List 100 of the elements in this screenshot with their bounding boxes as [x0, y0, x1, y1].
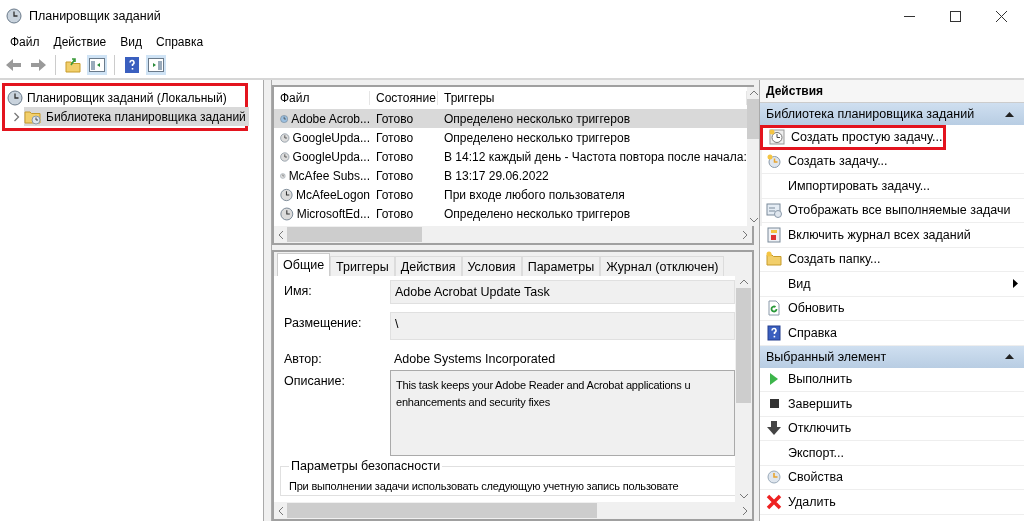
table-cell-text: Определено несколько триггеров: [443, 130, 631, 145]
author-value: Adobe Systems Incorporated: [393, 351, 557, 368]
vertical-scrollbar[interactable]: [746, 87, 762, 226]
task-list-icon: [766, 202, 782, 219]
show-tree-button[interactable]: [87, 55, 107, 75]
table-cell-text: Определено несколько триггеров: [443, 206, 631, 221]
action-item[interactable]: Создать задачу...: [760, 149, 1024, 174]
task-row[interactable]: Adobe Acrob... Готово Определено несколько триггеров: [274, 109, 747, 128]
collapse-icon[interactable]: [1005, 354, 1014, 359]
maximize-icon: [949, 10, 961, 22]
scroll-left-icon[interactable]: [278, 506, 283, 515]
clock-icon: [280, 186, 293, 203]
stop-icon: [769, 399, 779, 409]
scroll-thumb[interactable]: [736, 288, 751, 403]
tab[interactable]: Триггеры: [330, 256, 395, 276]
section-header[interactable]: Библиотека планировщика заданий: [760, 103, 1024, 125]
action-item[interactable]: Выполнить: [760, 367, 1024, 392]
task-row[interactable]: GoogleUpda... Готово Определено несколько триггеров: [274, 128, 747, 147]
action-item[interactable]: Экспорт...: [760, 441, 1024, 466]
table-cell: McAfeeLogon: [295, 187, 370, 202]
log-icon: [766, 226, 782, 243]
tab[interactable]: Журнал (отключен): [600, 256, 725, 276]
location-field[interactable]: \: [390, 312, 735, 340]
action-item[interactable]: Удалить: [760, 490, 1024, 515]
tab[interactable]: Параметры: [521, 256, 601, 276]
task-row[interactable]: MicrosoftEd... Готово Определено несколько триггеров: [274, 204, 747, 223]
name-field[interactable]: Adobe Acrobat Update Task: [390, 280, 735, 304]
chevron-icon[interactable]: [13, 111, 20, 122]
delete-icon: [766, 493, 782, 510]
show-actions-button[interactable]: [146, 55, 166, 75]
table-cell: Adobe Acrob...: [291, 111, 370, 126]
splitter[interactable]: [264, 80, 272, 521]
table-cell-text: В 14:12 каждый день - Частота повтора после начала:: [443, 149, 747, 164]
refresh-icon: [766, 300, 782, 317]
table-cell-text: Готово: [375, 149, 415, 164]
horizontal-scrollbar[interactable]: [274, 226, 752, 243]
table-cell-text: Готово: [375, 206, 415, 221]
clock-icon: [769, 129, 785, 146]
table-cell-text: Готово: [375, 168, 415, 183]
help-button[interactable]: [122, 55, 142, 75]
action-item[interactable]: Создать папку...: [760, 247, 1024, 272]
task-row[interactable]: GoogleUpda... Готово В 14:12 каждый день - Частота повтора после начала:: [274, 147, 747, 166]
close-icon: [995, 10, 1007, 22]
scroll-up-icon[interactable]: [750, 90, 759, 95]
column-header[interactable]: Состояние: [370, 91, 438, 105]
table-cell: MicrosoftEd...: [296, 206, 370, 221]
description-field[interactable]: This task keeps your Adobe Reader and Acrobat applications u enhancements and security fixes: [390, 370, 735, 456]
scroll-thumb[interactable]: [287, 503, 597, 518]
table-cell: GoogleUpda...: [292, 149, 370, 164]
table-cell-text: В 13:17 29.06.2022: [443, 168, 550, 183]
column-header[interactable]: Файл: [274, 91, 370, 105]
field-label: Имя:: [284, 283, 313, 298]
action-item[interactable]: Обновить: [760, 296, 1024, 321]
scroll-right-icon[interactable]: [743, 506, 748, 515]
tree-item[interactable]: Планировщик заданий (Локальный): [27, 90, 227, 105]
table-cell-text: Определено несколько триггеров: [443, 111, 631, 126]
action-item[interactable]: Свойства: [760, 465, 1024, 490]
menu-item[interactable]: Файл: [3, 35, 47, 49]
menu-item[interactable]: Действие: [46, 35, 114, 49]
table-cell-text: При входе любого пользователя: [443, 187, 626, 202]
action-item[interactable]: Вид: [760, 272, 1024, 297]
scroll-down-icon[interactable]: [750, 218, 759, 223]
tab[interactable]: Условия: [461, 256, 522, 276]
table-cell: GoogleUpda...: [292, 130, 370, 145]
security-text: При выполнении задачи использовать следующую учетную запись пользовате: [289, 479, 680, 494]
action-item[interactable]: Справка: [760, 321, 1024, 346]
field-label: Автор:: [284, 351, 323, 366]
window-title: Планировщик заданий: [29, 9, 162, 23]
collapse-icon[interactable]: [1005, 111, 1014, 117]
play-icon: [769, 373, 779, 386]
section-header[interactable]: Выбранный элемент: [760, 345, 1024, 368]
menu-item[interactable]: Справка: [149, 35, 211, 49]
actions-header: Действия: [760, 80, 1024, 103]
horizontal-scrollbar[interactable]: [274, 502, 752, 519]
action-item[interactable]: Включить журнал всех заданий: [760, 223, 1024, 248]
scroll-down-icon[interactable]: [739, 494, 748, 499]
up-folder-button[interactable]: [63, 55, 83, 75]
column-header[interactable]: Триггеры: [438, 91, 747, 105]
action-item[interactable]: Импортировать задачу...: [760, 174, 1024, 199]
scroll-up-icon[interactable]: [739, 279, 748, 284]
action-item[interactable]: Отображать все выполняемые задачи: [760, 198, 1024, 223]
action-item[interactable]: Отключить: [760, 416, 1024, 441]
scroll-left-icon[interactable]: [278, 230, 283, 239]
action-item[interactable]: Завершить: [760, 392, 1024, 417]
table-cell-text: Готово: [375, 111, 415, 126]
task-row[interactable]: McAfeeLogon Готово При входе любого пользователя: [274, 185, 747, 204]
tree-item[interactable]: Библиотека планировщика заданий: [24, 107, 249, 126]
scroll-right-icon[interactable]: [743, 230, 748, 239]
scroll-thumb[interactable]: [287, 227, 422, 242]
submenu-arrow-icon: [1013, 279, 1018, 289]
help-icon: [766, 324, 782, 341]
task-row[interactable]: McAfee Subs... Готово В 13:17 29.06.2022: [274, 166, 747, 185]
field-label: Размещение:: [284, 315, 363, 330]
tab[interactable]: Общие: [277, 253, 331, 276]
action-item[interactable]: Создать простую задачу...: [760, 125, 946, 150]
tab[interactable]: Действия: [394, 256, 462, 276]
menu-item[interactable]: Вид: [113, 35, 149, 49]
app-clock-icon: [6, 8, 22, 24]
clock-icon: [767, 470, 781, 485]
clock-icon: [280, 205, 294, 222]
